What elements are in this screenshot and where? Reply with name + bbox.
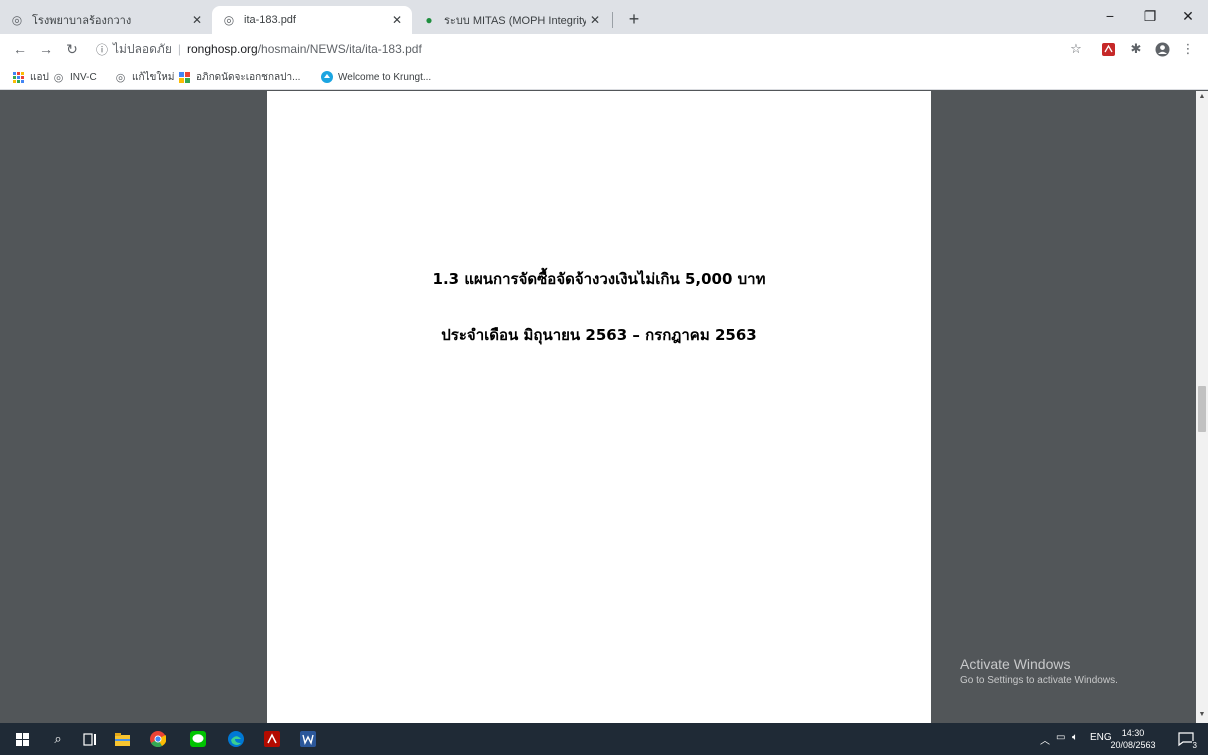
close-icon[interactable]: ✕: [388, 11, 406, 29]
tab-mitas[interactable]: ● ระบบ MITAS (MOPH Integrity and ✕: [412, 6, 610, 34]
bookmark-label: Welcome to Krungt...: [338, 71, 432, 83]
close-icon[interactable]: ✕: [188, 11, 206, 29]
file-explorer-icon[interactable]: [112, 729, 132, 749]
security-label: ไม่ปลอดภัย: [113, 41, 172, 56]
windows-taskbar: ⌕ ︿ ▭ 🔈︎ ENG 14:30 20/08/2563 3: [0, 723, 1208, 755]
pdf-heading-line1: 1.3 แผนการจัดซื้อจัดจ้างวงเงินไม่เกิน 5,…: [432, 270, 766, 288]
activate-windows-watermark: Activate Windows Go to Settings to activ…: [960, 656, 1118, 686]
notification-badge: 3: [1191, 741, 1198, 750]
bookmark-edit-new[interactable]: ◎ แก้ไขใหม่: [114, 69, 175, 85]
bookmarks-bar: แอป ◎ INV-C ◎ แก้ไขใหม่ อภิกดนัดจะเอกชกล…: [0, 64, 1208, 90]
pdf-extension-icon[interactable]: [1100, 41, 1116, 57]
bookmark-krungthai[interactable]: Welcome to Krungt...: [320, 69, 431, 85]
tray-chevron-icon[interactable]: ︿: [1040, 732, 1050, 747]
reload-button[interactable]: ↻: [62, 39, 82, 59]
word-icon[interactable]: [298, 729, 318, 749]
acrobat-icon[interactable]: [262, 729, 282, 749]
watermark-subtitle: Go to Settings to activate Windows.: [960, 675, 1118, 686]
bookmark-apps[interactable]: แอป: [12, 69, 49, 85]
url-host: ronghosp.org: [187, 42, 258, 56]
scroll-thumb[interactable]: [1198, 386, 1206, 432]
restore-button[interactable]: ❐: [1130, 2, 1170, 30]
url-path: /hosmain/NEWS/ita/ita-183.pdf: [257, 42, 422, 56]
bookmark-thai-site[interactable]: อภิกดนัดจะเอกชกลปา...: [178, 69, 300, 85]
profile-icon[interactable]: [1154, 41, 1170, 57]
pdf-viewer[interactable]: 1.3 แผนการจัดซื้อจัดจ้างวงเงินไม่เกิน 5,…: [0, 91, 1196, 723]
bookmark-label: INV-C: [70, 71, 97, 83]
new-tab-button[interactable]: +: [623, 8, 645, 30]
network-icon[interactable]: ▭: [1056, 732, 1065, 743]
krungthai-logo-icon: [320, 71, 333, 84]
task-view-icon[interactable]: [80, 729, 100, 749]
vertical-scrollbar[interactable]: ▲ ▼: [1196, 91, 1208, 723]
apps-grid-icon: [12, 71, 25, 84]
tab-hospital[interactable]: ◎ โรงพยาบาลร้องกวาง ✕: [0, 6, 212, 34]
tab-ita-pdf[interactable]: ◎ ita-183.pdf ✕: [212, 6, 412, 34]
chrome-icon[interactable]: [148, 729, 168, 749]
back-button[interactable]: ←: [10, 39, 30, 59]
bookmark-inv-c[interactable]: ◎ INV-C: [52, 69, 97, 85]
watermark-title: Activate Windows: [960, 656, 1071, 672]
scroll-down-arrow-icon[interactable]: ▼: [1196, 711, 1208, 721]
info-icon[interactable]: ⓘ: [96, 41, 108, 58]
bookmark-label: แอป: [30, 71, 49, 83]
tab-strip: ◎ โรงพยาบาลร้องกวาง ✕ ◎ ita-183.pdf ✕ ● …: [0, 0, 1208, 34]
globe-icon: ◎: [115, 71, 126, 84]
close-window-button[interactable]: ✕: [1168, 2, 1208, 30]
globe-icon: ◎: [11, 13, 23, 27]
bookmark-label: อภิกดนัดจะเอกชกลปา...: [196, 71, 301, 83]
star-icon[interactable]: ☆: [1068, 41, 1084, 57]
taskbar-clock[interactable]: 14:30 20/08/2563: [1108, 727, 1158, 751]
pdf-page: 1.3 แผนการจัดซื้อจัดจ้างวงเงินไม่เกิน 5,…: [267, 91, 931, 723]
extensions-puzzle-icon[interactable]: ✱: [1128, 41, 1144, 57]
bookmark-label: แก้ไขใหม่: [132, 71, 175, 83]
edge-icon[interactable]: [226, 729, 246, 749]
tab-title: ระบบ MITAS (MOPH Integrity and: [444, 15, 586, 27]
grid-logo-icon: [178, 71, 191, 84]
scroll-up-arrow-icon[interactable]: ▲: [1196, 93, 1208, 103]
menu-kebab-icon[interactable]: ⋮: [1180, 41, 1196, 57]
address-bar[interactable]: ⓘ ไม่ปลอดภัย | ronghosp.org/hosmain/NEWS…: [96, 38, 1096, 60]
line-app-icon[interactable]: [188, 729, 208, 749]
address-divider: |: [177, 42, 181, 56]
globe-icon: ◎: [223, 13, 235, 27]
browser-toolbar: ← → ↻ ⓘ ไม่ปลอดภัย | ronghosp.org/hosmai…: [0, 34, 1208, 64]
tab-separator: [612, 12, 613, 28]
minimize-button[interactable]: −: [1090, 2, 1130, 30]
pdf-heading-line2: ประจำเดือน มิถุนายน 2563 – กรกฎาคม 2563: [441, 326, 757, 344]
search-icon[interactable]: ⌕: [48, 729, 68, 749]
volume-icon[interactable]: 🔈︎: [1072, 732, 1078, 743]
forward-button[interactable]: →: [36, 39, 56, 59]
clock-time: 14:30: [1121, 728, 1145, 738]
shield-icon: ●: [425, 13, 433, 27]
clock-date: 20/08/2563: [1110, 740, 1156, 750]
globe-icon: ◎: [53, 71, 64, 84]
tab-title: โรงพยาบาลร้องกวาง: [32, 15, 132, 27]
tab-title: ita-183.pdf: [244, 14, 296, 26]
close-icon[interactable]: ✕: [586, 11, 604, 29]
windows-start-icon[interactable]: [12, 729, 32, 749]
notification-center-icon[interactable]: 3: [1176, 729, 1198, 750]
